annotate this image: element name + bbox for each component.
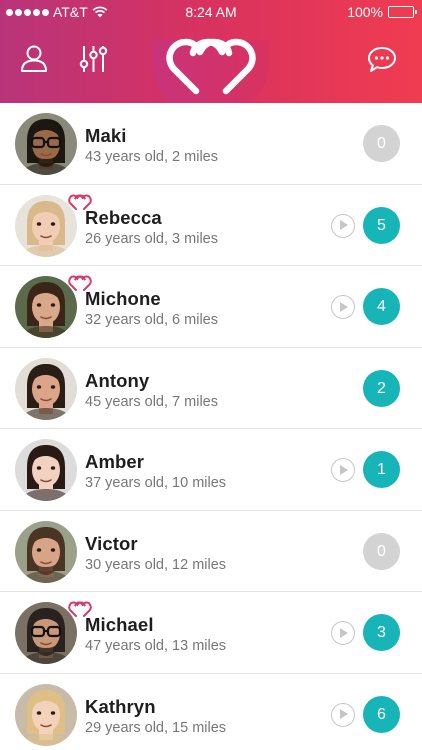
avatar[interactable] [15, 683, 77, 746]
battery-percent: 100% [347, 4, 383, 20]
person-name: Michael [85, 614, 154, 635]
person-name: Rebecca [85, 206, 162, 228]
person-details: 43 years old, 2 miles [85, 149, 218, 165]
person-name: Amber [85, 451, 145, 472]
message-count-badge[interactable]: 4 [363, 288, 400, 325]
play-video-icon[interactable] [331, 213, 355, 238]
person-name: Victor [85, 532, 138, 554]
list-item-victor[interactable]: Victor 30 years old, 12 miles 0 [0, 510, 422, 592]
message-count-badge[interactable]: 0 [363, 125, 400, 162]
person-name: Antony [85, 369, 150, 391]
person-name: Maki [85, 125, 127, 146]
list-item-maki[interactable]: Maki 43 years old, 2 miles 0 [0, 103, 422, 185]
sliders-icon[interactable] [78, 43, 110, 75]
list-item-antony[interactable]: Antony 45 years old, 7 miles 2 [0, 347, 422, 429]
list-item-amber[interactable]: Amber 37 years old, 10 miles 1 [0, 429, 422, 511]
message-count-badge[interactable]: 5 [363, 206, 400, 244]
list-item-michone[interactable]: Michone 32 years old, 6 miles 4 [0, 266, 422, 348]
list-item-michael[interactable]: Michael 47 years old, 13 miles 3 [0, 592, 422, 674]
person-details: 30 years old, 12 miles [85, 556, 227, 573]
message-count-badge[interactable]: 6 [363, 695, 400, 733]
message-count-badge[interactable]: 2 [363, 369, 400, 407]
avatar[interactable] [15, 357, 77, 420]
play-video-icon[interactable] [331, 702, 355, 727]
person-icon[interactable] [18, 43, 50, 75]
avatar[interactable] [15, 439, 77, 501]
person-name: Michone [85, 288, 161, 309]
person-details: 26 years old, 3 miles [85, 230, 218, 247]
double-heart-logo[interactable] [166, 36, 256, 98]
message-count-badge[interactable]: 0 [363, 532, 400, 570]
person-name: Kathryn [85, 695, 156, 717]
play-video-icon[interactable] [331, 458, 355, 482]
list-item-kathryn[interactable]: Kathryn 29 years old, 15 miles 6 [0, 673, 422, 750]
person-details: 37 years old, 10 miles [85, 475, 227, 491]
person-details: 47 years old, 13 miles [85, 638, 227, 654]
person-details: 32 years old, 6 miles [85, 312, 218, 328]
play-video-icon[interactable] [331, 295, 355, 319]
status-right: 100% [347, 4, 417, 20]
battery-icon [388, 6, 417, 18]
chat-bubble-icon[interactable] [366, 44, 398, 76]
message-count-badge[interactable]: 3 [363, 614, 400, 651]
play-video-icon[interactable] [331, 621, 355, 645]
people-list: Maki 43 years old, 2 miles 0 Rebecca 26 … [0, 103, 422, 750]
person-details: 29 years old, 15 miles [85, 719, 227, 736]
message-count-badge[interactable]: 1 [363, 451, 400, 488]
status-bar: AT&T 8:24 AM 100% [0, 0, 422, 24]
avatar[interactable] [15, 520, 77, 583]
list-item-rebecca[interactable]: Rebecca 26 years old, 3 miles 5 [0, 184, 422, 266]
avatar[interactable] [15, 113, 77, 175]
person-details: 45 years old, 7 miles [85, 393, 218, 410]
